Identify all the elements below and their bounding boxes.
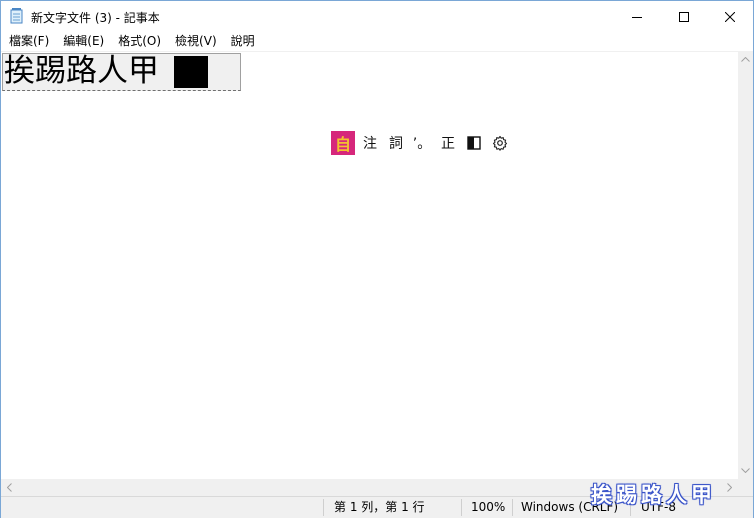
scroll-right-icon[interactable]	[727, 483, 732, 492]
composition-cursor-block	[174, 56, 208, 88]
status-zoom: 100%	[471, 500, 506, 514]
scrollbar-corner	[738, 479, 753, 496]
maximize-icon	[679, 11, 689, 22]
status-separator	[512, 499, 513, 516]
menu-view[interactable]: 檢視(V)	[168, 32, 224, 51]
ime-traditional-button[interactable]: 正	[435, 131, 461, 155]
ime-phrase-button[interactable]: 詞	[383, 131, 409, 155]
status-separator	[461, 499, 462, 516]
status-cursor-position: 第 1 列，第 1 行	[334, 500, 425, 514]
vertical-scrollbar[interactable]	[738, 51, 753, 479]
ime-settings-button[interactable]	[487, 131, 513, 155]
menu-file[interactable]: 檔案(F)	[1, 32, 56, 51]
gear-icon	[492, 135, 508, 151]
watermark: 挨踢路人甲	[591, 482, 716, 507]
ime-toolbar: 自 注 詞 ’。 正	[331, 130, 513, 156]
half-width-icon	[467, 136, 481, 150]
status-separator	[323, 499, 324, 516]
notepad-icon	[10, 8, 24, 24]
scroll-down-icon[interactable]	[741, 468, 750, 473]
scroll-up-icon[interactable]	[741, 57, 750, 62]
notepad-window: 新文字文件 (3) - 記事本 檔案(F) 編輯(E) 格式(O) 檢視(V) …	[0, 0, 754, 518]
menu-format[interactable]: 格式(O)	[111, 32, 168, 51]
ime-zhuyin-button[interactable]: 注	[357, 131, 383, 155]
menu-bar: 檔案(F) 編輯(E) 格式(O) 檢視(V) 說明	[1, 32, 753, 51]
composition-underline	[74, 90, 138, 91]
text-editor-area[interactable]: 挨踢路人甲 自 注 詞 ’。 正	[1, 51, 738, 480]
menu-edit[interactable]: 編輯(E)	[56, 32, 111, 51]
window-title: 新文字文件 (3) - 記事本	[31, 11, 160, 25]
ime-half-full-width-button[interactable]	[461, 131, 487, 155]
maximize-button[interactable]	[661, 1, 707, 32]
ime-composition-box[interactable]: 挨踢路人甲	[2, 53, 241, 91]
ime-mode-label: 自	[334, 135, 351, 154]
ime-punctuation-button[interactable]: ’。	[409, 131, 435, 155]
close-button[interactable]	[707, 1, 753, 32]
minimize-button[interactable]	[614, 1, 660, 32]
ime-mode-button[interactable]: 自	[331, 131, 355, 155]
title-bar[interactable]: 新文字文件 (3) - 記事本	[1, 1, 753, 32]
menu-help[interactable]: 說明	[224, 32, 262, 51]
close-icon	[725, 11, 735, 22]
scroll-left-icon[interactable]	[7, 483, 12, 492]
minimize-icon	[632, 16, 642, 18]
composition-text: 挨踢路人甲	[4, 53, 159, 89]
